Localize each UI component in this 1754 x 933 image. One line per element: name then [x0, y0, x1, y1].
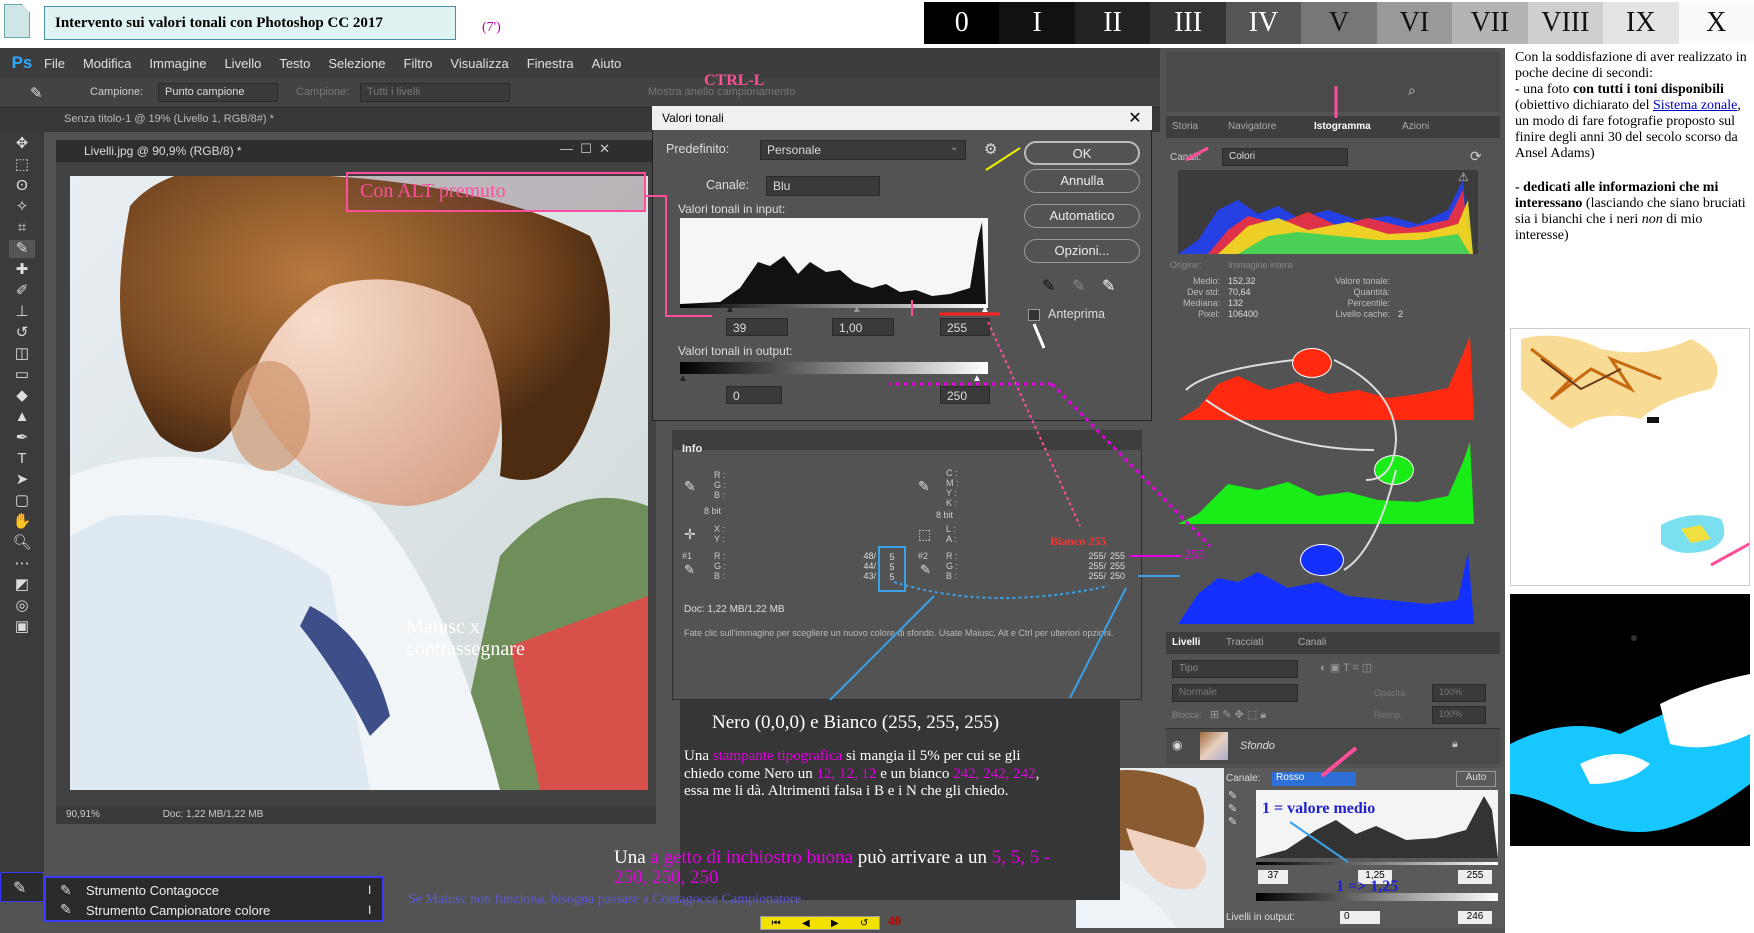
note-info: - dedicati alle informazioni che mi inte… — [1515, 180, 1746, 243]
threshold-black-art — [1510, 635, 1750, 832]
footer-nav: ⏮ ◀ ▶ ↺ — [760, 916, 880, 930]
note-toni: - una foto con tutti i toni disponibili … — [1515, 82, 1741, 161]
threshold-black-preview — [1510, 594, 1750, 846]
sistema-zonale-link[interactable]: Sistema zonale — [1653, 98, 1737, 113]
notes-column: Con la soddisfazione di aver realizzato … — [1515, 50, 1750, 244]
note-intro: Con la soddisfazione di aver realizzato … — [1515, 50, 1747, 81]
prev-page-icon[interactable]: ◀ — [802, 917, 810, 929]
page-number: 40 — [888, 913, 901, 928]
annotation-arrows — [646, 86, 1358, 863]
next-page-icon[interactable]: ▶ — [831, 917, 839, 929]
first-page-icon[interactable]: ⏮ — [772, 917, 781, 929]
threshold-white-preview — [1510, 328, 1750, 586]
return-icon[interactable]: ↺ — [860, 917, 868, 929]
threshold-white-art — [1521, 335, 1749, 567]
